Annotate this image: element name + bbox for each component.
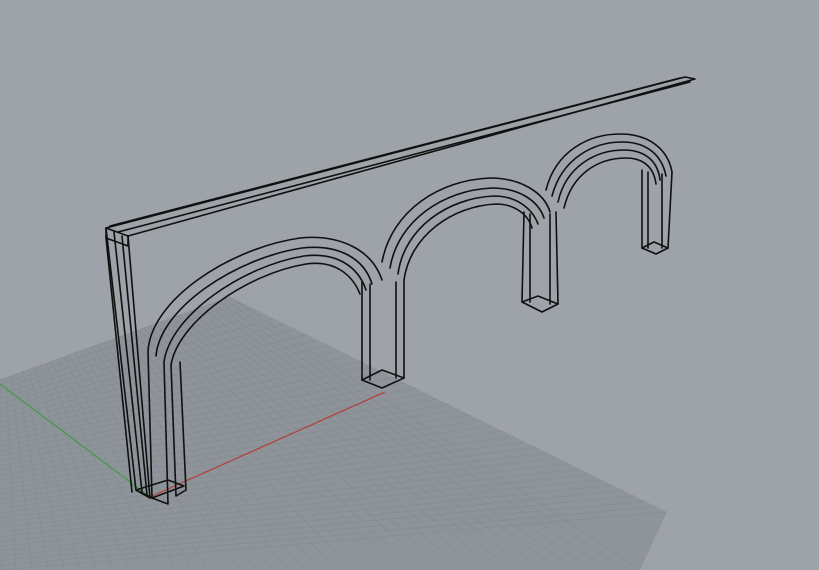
grid-plane: [0, 297, 667, 570]
arch-3[interactable]: [545, 133, 673, 209]
construction-grid: [0, 296, 668, 570]
perspective-viewport[interactable]: [0, 0, 819, 570]
middle-post-2[interactable]: [521, 211, 559, 313]
viewport-canvas[interactable]: [0, 0, 819, 570]
right-post[interactable]: [641, 169, 673, 255]
arch-2[interactable]: [381, 177, 551, 281]
